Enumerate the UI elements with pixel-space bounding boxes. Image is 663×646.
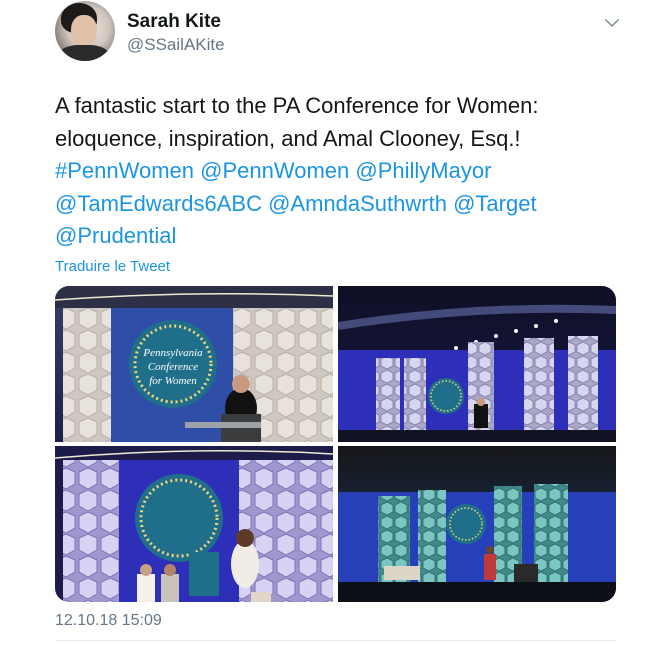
avatar-face bbox=[71, 15, 97, 47]
mention-phillymayor[interactable]: @PhillyMayor bbox=[355, 158, 491, 183]
photo-3[interactable] bbox=[55, 446, 333, 602]
hashtag-pennwomen[interactable]: #PennWomen bbox=[55, 158, 194, 183]
mention-pennwomen[interactable]: @PennWomen bbox=[200, 158, 349, 183]
mention-amndasuthwrth[interactable]: @AmndaSuthwrth bbox=[268, 191, 447, 216]
photo-2[interactable] bbox=[338, 286, 616, 442]
photo-4[interactable] bbox=[338, 446, 616, 602]
photo-grid: Pennsylvania Conference for Women bbox=[55, 286, 616, 602]
mention-prudential[interactable]: @Prudential bbox=[55, 223, 176, 248]
logo-line1: Pennsylvania bbox=[142, 347, 203, 359]
avatar[interactable] bbox=[55, 1, 115, 61]
tweet-text-main: A fantastic start to the PA Conference f… bbox=[55, 93, 539, 151]
mention-target[interactable]: @Target bbox=[453, 191, 536, 216]
translate-tweet-link[interactable]: Traduire le Tweet bbox=[55, 258, 170, 275]
user-name[interactable]: Sarah Kite bbox=[127, 11, 221, 33]
divider bbox=[55, 640, 616, 641]
avatar-shirt bbox=[59, 45, 109, 61]
logo-line3: for Women bbox=[149, 375, 197, 387]
tweet-card: Sarah Kite @SSailAKite A fantastic start… bbox=[0, 0, 663, 646]
photo-1[interactable]: Pennsylvania Conference for Women bbox=[55, 286, 333, 442]
tweet-text: A fantastic start to the PA Conference f… bbox=[55, 90, 635, 253]
chevron-down-icon[interactable] bbox=[601, 12, 623, 34]
tweet-timestamp: 12.10.18 15:09 bbox=[55, 612, 162, 629]
logo-line2: Conference bbox=[148, 361, 198, 373]
mention-tamedwards6abc[interactable]: @TamEdwards6ABC bbox=[55, 191, 262, 216]
user-handle[interactable]: @SSailAKite bbox=[127, 35, 225, 55]
tweet-tags: #PennWomen @PennWomen @PhillyMayor @TamE… bbox=[55, 158, 537, 248]
